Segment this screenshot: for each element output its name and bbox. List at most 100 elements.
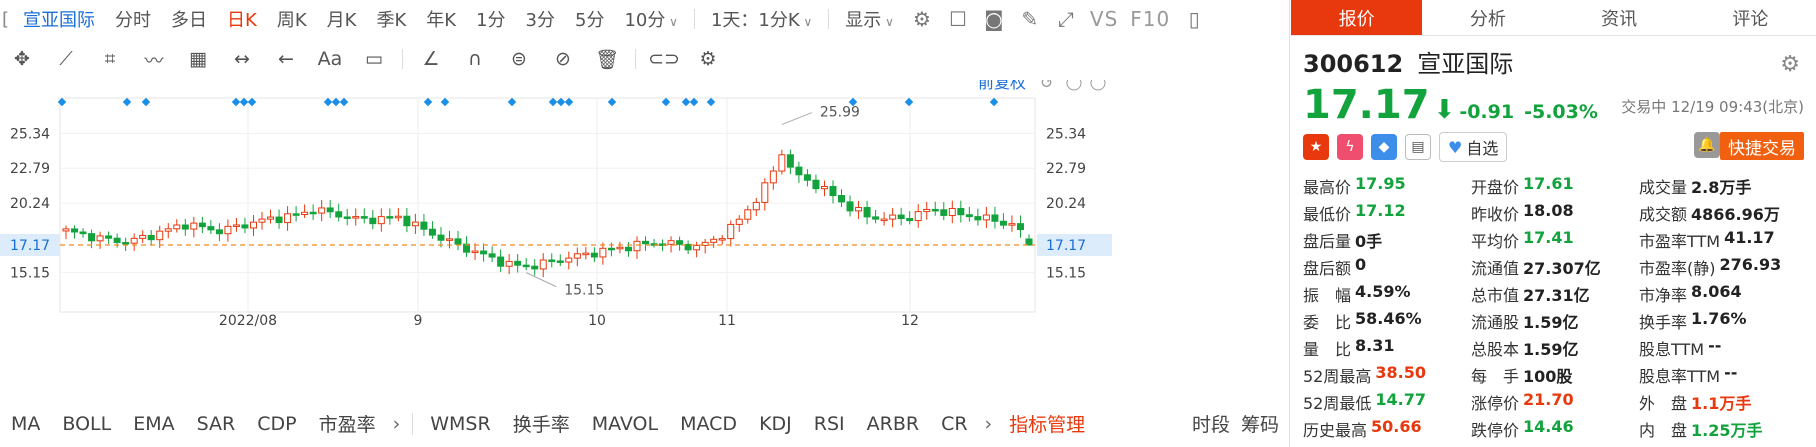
event-marker[interactable] xyxy=(231,97,241,107)
candle-body[interactable] xyxy=(411,221,419,227)
layout-icon[interactable]: ☐ xyxy=(940,0,976,38)
tab-period-7[interactable]: 1分 xyxy=(466,6,515,32)
candle-body[interactable] xyxy=(514,260,522,266)
bell-icon[interactable]: 🔔 xyxy=(1694,132,1720,158)
candle-body[interactable] xyxy=(147,234,155,241)
candle-body[interactable] xyxy=(241,224,249,229)
candle-body[interactable] xyxy=(607,247,615,251)
candle-body[interactable] xyxy=(445,238,453,241)
candle-body[interactable] xyxy=(377,216,385,225)
event-marker[interactable] xyxy=(689,97,699,107)
candle-body[interactable] xyxy=(982,214,990,221)
stock-name-link[interactable]: 宣亚国际 xyxy=(19,6,105,32)
candle-body[interactable] xyxy=(88,233,96,242)
candle-body[interactable] xyxy=(471,250,479,254)
candle-body[interactable] xyxy=(761,182,769,203)
vs-button[interactable]: VS xyxy=(1084,7,1124,31)
comment-tool-icon[interactable]: ▭ xyxy=(352,40,396,78)
candle-body[interactable] xyxy=(582,252,590,256)
line-tool-icon[interactable]: ⟋ xyxy=(44,40,88,78)
candle-body[interactable] xyxy=(872,216,880,220)
candle-body[interactable] xyxy=(386,216,394,219)
candle-body[interactable] xyxy=(267,216,275,220)
link-icon[interactable]: ⊂⊃ xyxy=(642,40,686,78)
candle-body[interactable] xyxy=(198,222,206,228)
arrow-tool-icon[interactable]: ← xyxy=(264,40,308,78)
candle-body[interactable] xyxy=(301,211,309,216)
candle-body[interactable] xyxy=(164,228,172,232)
candle-body[interactable] xyxy=(156,230,164,241)
event-marker[interactable] xyxy=(989,97,999,107)
candle-body[interactable] xyxy=(548,259,556,263)
candle-body[interactable] xyxy=(889,214,897,220)
candle-body[interactable] xyxy=(139,234,147,239)
indicator-tab[interactable]: ARBR xyxy=(856,413,930,435)
candle-body[interactable] xyxy=(769,170,777,184)
undo-icon[interactable]: ↺ xyxy=(1040,80,1053,92)
event-marker[interactable] xyxy=(122,97,132,107)
candle-body[interactable] xyxy=(360,216,368,219)
chevron-right-icon[interactable]: › xyxy=(387,413,407,435)
candle-body[interactable] xyxy=(590,252,598,258)
candle-body[interactable] xyxy=(343,216,351,219)
fib-tool-icon[interactable]: ▦ xyxy=(176,40,220,78)
candle-body[interactable] xyxy=(795,166,803,176)
candle-body[interactable] xyxy=(318,207,326,214)
candle-body[interactable] xyxy=(1008,223,1016,226)
candle-body[interactable] xyxy=(403,215,411,227)
candle-body[interactable] xyxy=(948,208,956,216)
text-tool-icon[interactable]: Aa xyxy=(308,40,352,78)
tab-analysis[interactable]: 分析 xyxy=(1422,0,1553,35)
lock-icon[interactable]: ⊜ xyxy=(497,40,541,78)
adjust-label[interactable]: 前复权 xyxy=(978,80,1026,92)
event-marker[interactable] xyxy=(57,97,67,107)
candle-body[interactable] xyxy=(309,211,317,215)
candle-body[interactable] xyxy=(454,238,462,245)
channel-tool-icon[interactable]: ⌗ xyxy=(88,40,132,78)
indicator-tab[interactable]: BOLL xyxy=(51,413,122,435)
indicator-tab[interactable]: RSI xyxy=(803,413,856,435)
event-marker[interactable] xyxy=(507,97,517,107)
candle-body[interactable] xyxy=(923,208,931,213)
indicator-tab[interactable]: CDP xyxy=(246,413,307,435)
indicator-tab[interactable]: MACD xyxy=(669,413,748,435)
candle-body[interactable] xyxy=(284,213,292,224)
chevron-right-icon[interactable]: › xyxy=(979,413,999,435)
candle-body[interactable] xyxy=(999,220,1007,226)
candle-body[interactable] xyxy=(820,186,828,190)
candle-body[interactable] xyxy=(105,235,113,239)
candle-body[interactable] xyxy=(863,207,871,218)
candle-body[interactable] xyxy=(224,225,232,235)
tab-quote[interactable]: 报价 xyxy=(1291,0,1423,35)
candle-body[interactable] xyxy=(1016,223,1024,231)
tab-period-1[interactable]: 多日 xyxy=(161,6,217,32)
candle-body[interactable] xyxy=(676,240,684,245)
tab-period-0[interactable]: 分时 xyxy=(105,6,161,32)
tool-settings-icon[interactable]: ⚙ xyxy=(686,40,730,78)
candlestick-chart[interactable]: 前复权 ↺ 25.34 25.34 22.79 22.79 20.24 20.24 15.15 1… xyxy=(0,80,1290,398)
candle-body[interactable] xyxy=(846,201,854,212)
candle-body[interactable] xyxy=(249,221,257,229)
candle-body[interactable] xyxy=(744,209,752,220)
pen-icon[interactable]: ✎ xyxy=(1012,0,1048,38)
tab-period-6[interactable]: 年K xyxy=(416,6,466,32)
sidebar-toggle-icon[interactable]: ▯ xyxy=(1176,0,1212,38)
candle-body[interactable] xyxy=(62,228,70,232)
candle-body[interactable] xyxy=(369,217,377,225)
candle-body[interactable] xyxy=(1025,238,1033,246)
candle-body[interactable] xyxy=(906,218,914,222)
candle-body[interactable] xyxy=(599,247,607,258)
candle-body[interactable] xyxy=(786,154,794,168)
candle-body[interactable] xyxy=(539,259,547,270)
candle-body[interactable] xyxy=(480,250,488,255)
range-tool-icon[interactable]: ↔ xyxy=(220,40,264,78)
candle-body[interactable] xyxy=(232,224,240,227)
event-marker[interactable] xyxy=(904,97,914,107)
candle-body[interactable] xyxy=(505,260,513,267)
indicator-tab[interactable]: 市盈率 xyxy=(308,410,387,437)
document-icon[interactable]: ▤ xyxy=(1405,134,1431,160)
candle-body[interactable] xyxy=(897,214,905,220)
f10-button[interactable]: F10 xyxy=(1124,7,1176,31)
candle-body[interactable] xyxy=(752,201,760,211)
candle-body[interactable] xyxy=(727,223,735,240)
